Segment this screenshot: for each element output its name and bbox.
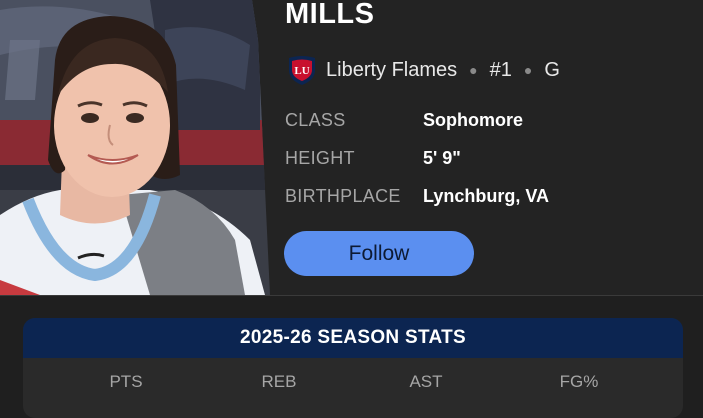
player-position: G (544, 58, 560, 81)
team-logo-lettering: LU (294, 65, 309, 77)
info-label: CLASS (285, 110, 346, 130)
stat-column-pts: PTS (109, 372, 143, 391)
info-row-birthplace: BIRTHPLACE Lynchburg, VA (285, 184, 549, 208)
follow-button[interactable]: Follow (284, 231, 474, 276)
team-info-row: LU Liberty Flames ● #1 ● G (285, 54, 560, 86)
stats-column-headers: PTS REB AST FG% (23, 370, 683, 394)
separator-dot: ● (523, 62, 533, 78)
section-divider (0, 295, 703, 296)
info-label: HEIGHT (285, 148, 355, 168)
info-row-class: CLASS Sophomore (285, 108, 523, 132)
season-stats-card: 2025-26 SEASON STATS PTS REB AST FG% (23, 318, 683, 418)
jersey-number: #1 (489, 58, 512, 81)
liberty-logo-icon: LU (289, 56, 315, 85)
info-value: Lynchburg, VA (423, 186, 549, 206)
stat-column-fg-pct: FG% (559, 372, 599, 391)
info-value: Sophomore (423, 110, 524, 130)
info-value: 5' 9" (423, 148, 461, 168)
info-row-height: HEIGHT 5' 9" (285, 146, 461, 170)
separator-dot: ● (469, 62, 478, 78)
player-name: MILLS (285, 0, 375, 30)
stat-column-reb: REB (261, 372, 297, 391)
player-hero: MILLS LU Liberty Flames ● #1 ● G CLASS S… (0, 0, 703, 295)
season-stats-title: 2025-26 SEASON STATS (23, 318, 683, 358)
team-name[interactable]: Liberty Flames (326, 59, 457, 82)
stat-column-ast: AST (409, 372, 443, 391)
info-label: BIRTHPLACE (285, 186, 401, 206)
